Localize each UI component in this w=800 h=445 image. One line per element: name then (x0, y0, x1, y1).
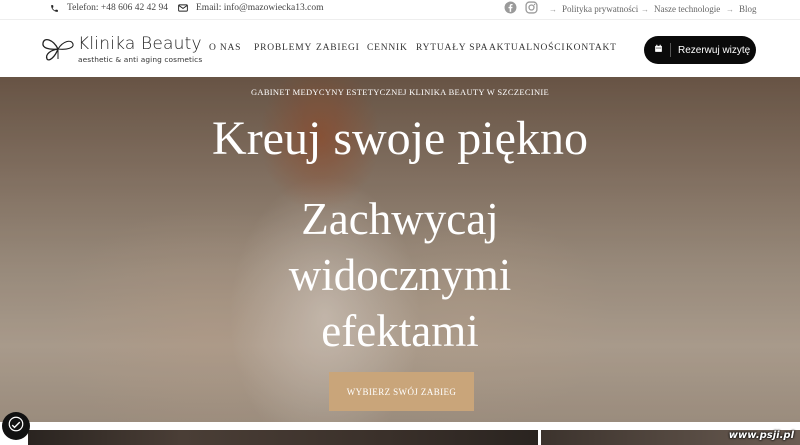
nav-item-problemy[interactable]: PROBLEMY (254, 43, 312, 53)
hero-kicker: GABINET MEDYCYNY ESTETYCZNEJ KLINIKA BEA… (250, 87, 550, 97)
phone-contact[interactable]: Telefon: +48 606 42 42 94 (50, 3, 168, 13)
link-privacy-policy[interactable]: → Polityka prywatności (549, 4, 638, 14)
nav-item-zabiegi[interactable]: ZABIEGI (316, 43, 360, 53)
next-section-preview (0, 422, 800, 445)
hero-subheadline: Zachwycaj widocznymi efektami (0, 191, 800, 359)
accessibility-icon (7, 415, 25, 438)
facebook-icon[interactable] (504, 1, 517, 17)
mail-icon (178, 4, 188, 12)
hero-section: GABINET MEDYCYNY ESTETYCZNEJ KLINIKA BEA… (0, 77, 800, 422)
arrow-right-icon: → (641, 4, 649, 14)
book-visit-button[interactable]: Rezerwuj wizytę (644, 36, 756, 64)
nav-item-o-nas[interactable]: O NAS (209, 43, 241, 53)
calendar-icon (654, 44, 663, 56)
button-divider (670, 43, 671, 57)
site-header: Klinika Beauty aesthetic & anti aging co… (0, 21, 800, 77)
hero-subheadline-line: Zachwycaj (301, 194, 499, 244)
watermark: www.psji.pl (728, 430, 794, 441)
accessibility-button[interactable] (2, 412, 30, 440)
hero-headline: Kreuj swoje piękno (212, 112, 588, 165)
link-label: Polityka prywatności (562, 4, 639, 14)
hero-subheadline-line: efektami (321, 306, 479, 356)
link-label: Nasze technologie (654, 4, 721, 14)
nav-item-rytualy-spa[interactable]: RYTUAŁY SPA (416, 43, 488, 53)
phone-icon (50, 4, 59, 13)
instagram-icon[interactable] (525, 1, 538, 17)
link-label: Blog (739, 4, 757, 14)
top-bar: Telefon: +48 606 42 42 94 Email: info@ma… (0, 0, 800, 20)
nav-item-kontakt[interactable]: KONTAKT (566, 43, 617, 53)
hero-subheadline-line: widocznymi (288, 250, 512, 300)
nav-item-aktualnosci[interactable]: AKTUALNOŚCI (489, 43, 565, 53)
logo-subtitle: aesthetic & anti aging cosmetics (78, 55, 203, 64)
arrow-right-icon: → (549, 4, 557, 14)
choose-treatment-button[interactable]: WYBIERZ SWÓJ ZABIEG (329, 372, 474, 411)
email-contact[interactable]: Email: info@mazowiecka13.com (178, 3, 323, 13)
nav-item-cennik[interactable]: CENNIK (367, 43, 408, 53)
book-visit-label: Rezerwuj wizytę (678, 44, 751, 56)
section-image-left (28, 430, 538, 445)
site-logo[interactable]: Klinika Beauty aesthetic & anti aging co… (41, 33, 203, 68)
email-label: Email: info@mazowiecka13.com (196, 3, 324, 13)
link-blog[interactable]: → Blog (726, 4, 757, 14)
logo-title: Klinika Beauty (78, 34, 202, 54)
phone-label: Telefon: +48 606 42 42 94 (67, 3, 168, 13)
link-technologies[interactable]: → Nasze technologie (641, 4, 720, 14)
butterfly-logo-icon (41, 35, 75, 68)
arrow-right-icon: → (726, 4, 734, 14)
